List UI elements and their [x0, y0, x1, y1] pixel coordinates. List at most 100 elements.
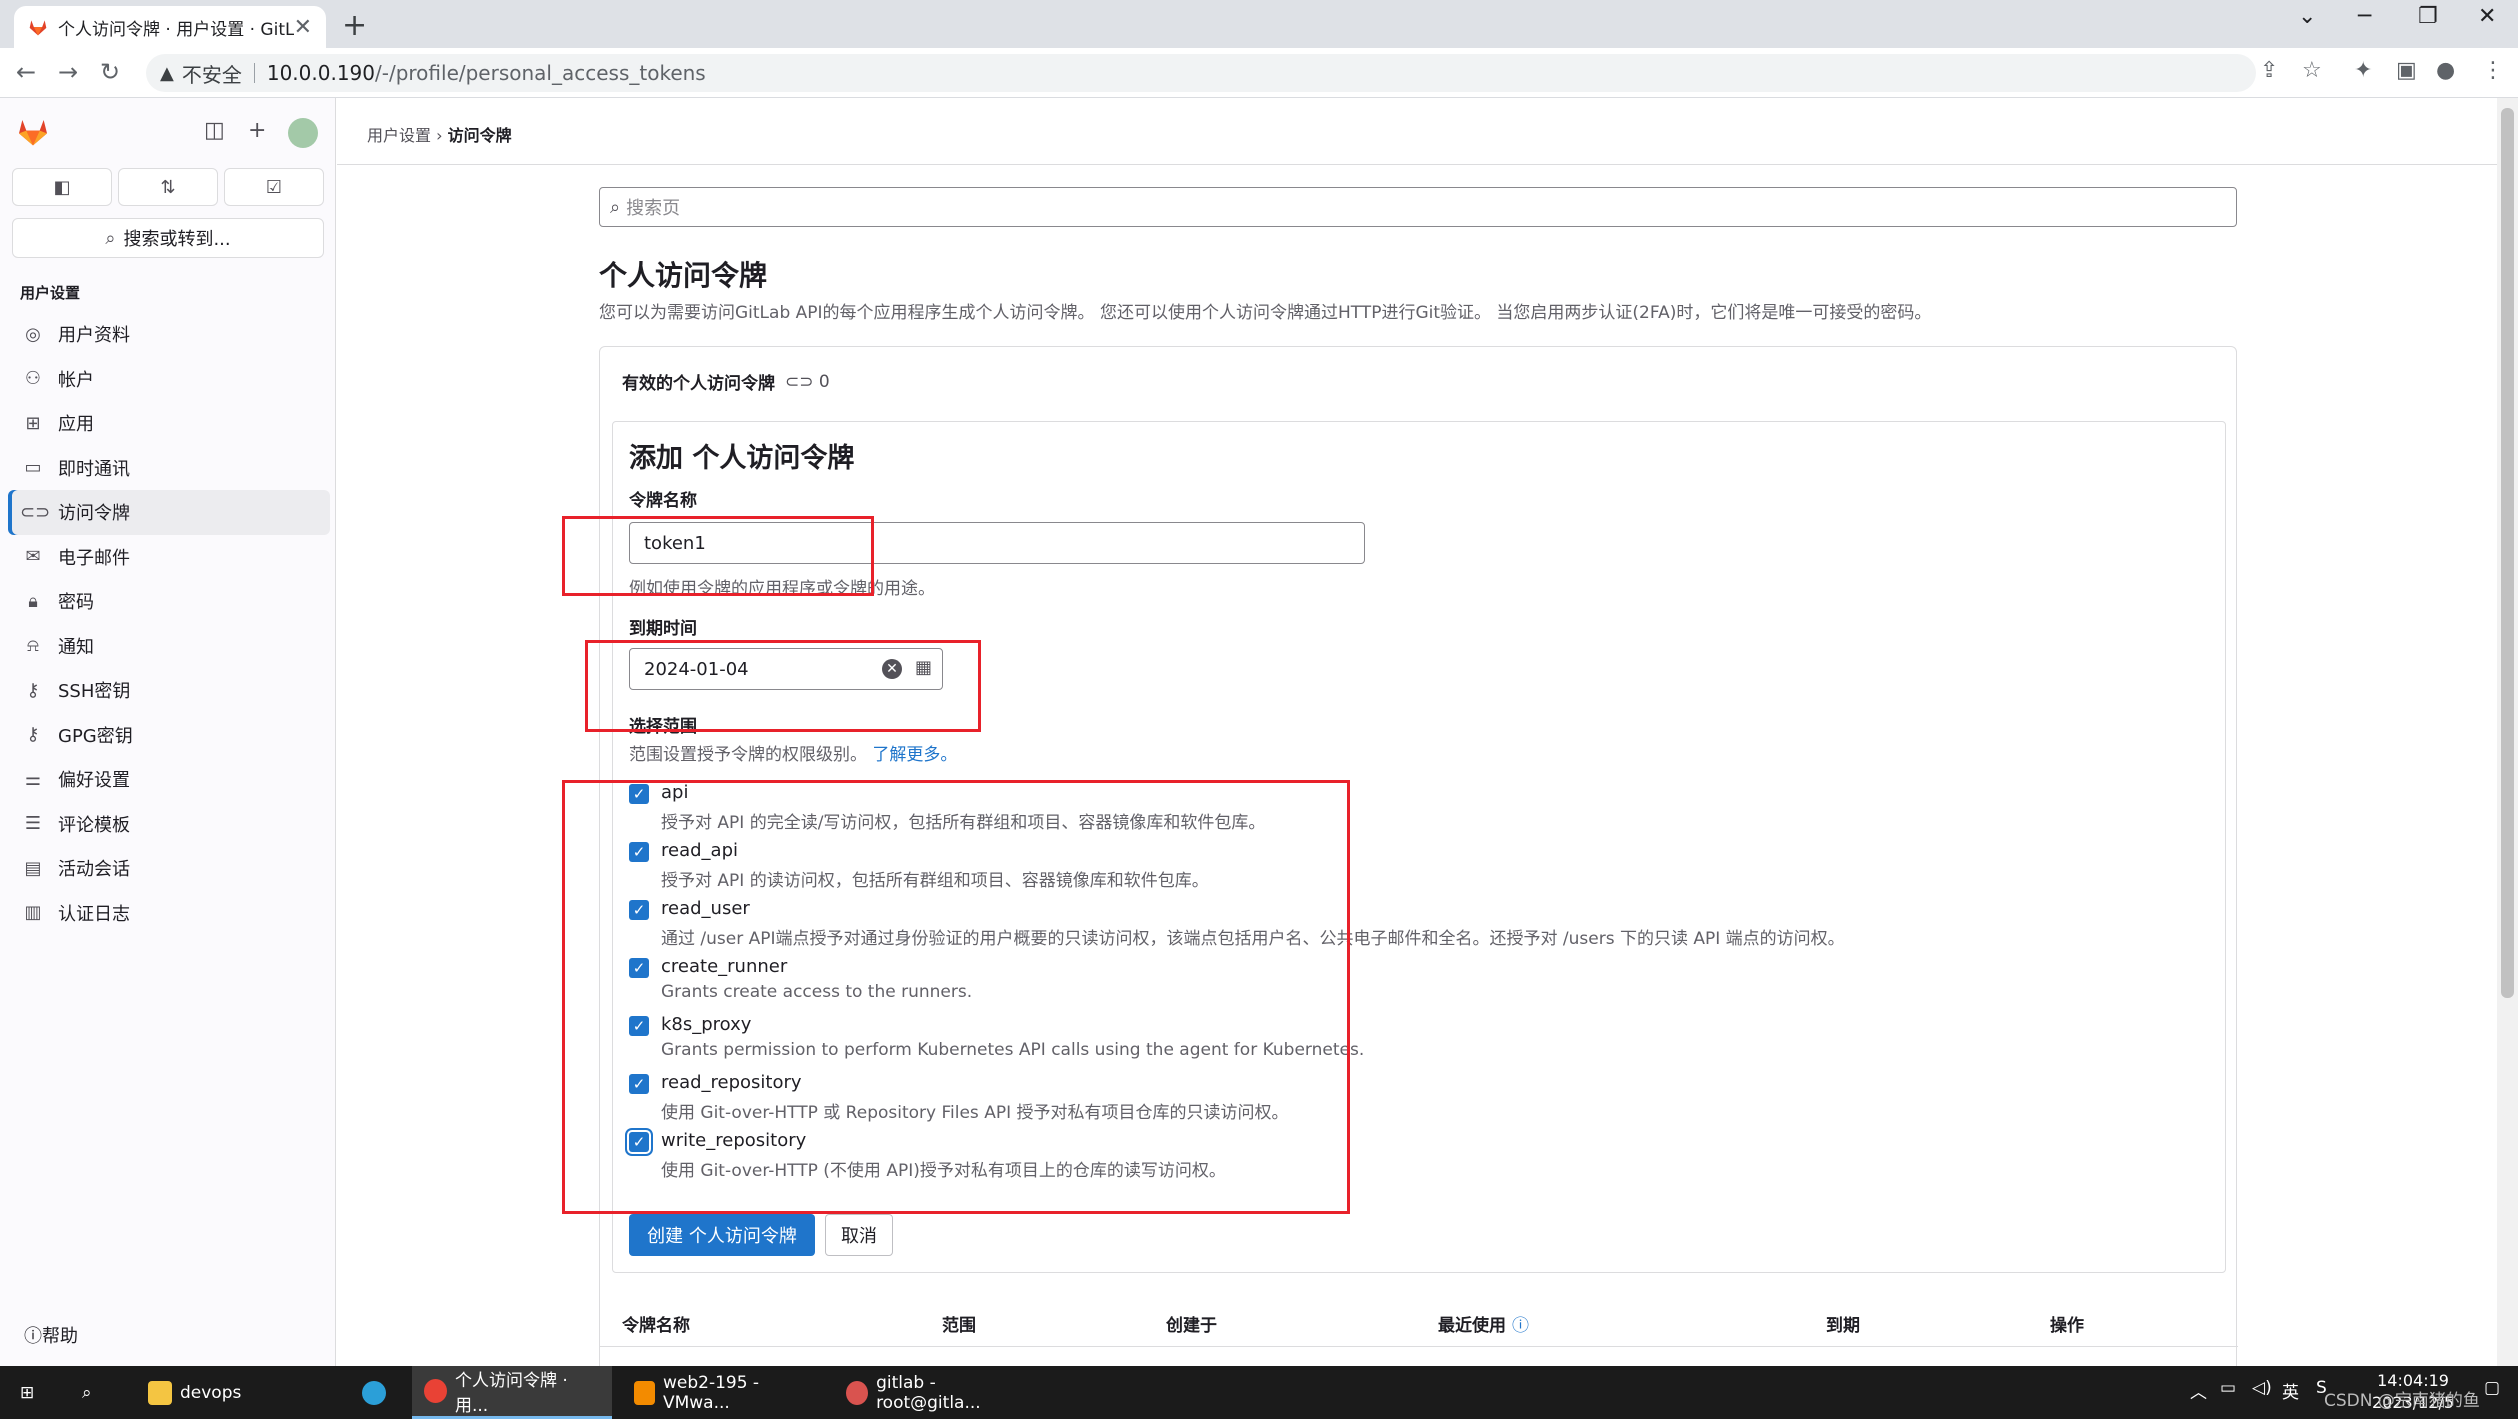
sidebar-item-label: 电子邮件 — [58, 547, 130, 569]
token-icon: ⊂⊃ — [20, 501, 51, 523]
search-icon[interactable]: ⌕ — [70, 1366, 104, 1419]
tray-chevron-icon[interactable]: ︿ — [2190, 1378, 2207, 1403]
expiry-label: 到期时间 — [629, 619, 697, 639]
page-scrollbar[interactable] — [2497, 98, 2518, 1366]
taskbar-item-chrome[interactable]: 个人访问令牌 · 用... — [412, 1366, 612, 1419]
settings-search-input[interactable]: ⌕ 搜索页 — [599, 187, 2237, 227]
sidebar-item-label: 访问令牌 — [58, 503, 130, 525]
taskbar-label: devops — [180, 1382, 242, 1403]
todo-icon[interactable]: ☑ — [224, 168, 324, 206]
sidebar-item-comment-templates[interactable]: ☰ 评论模板 — [8, 802, 330, 847]
chat-icon: ▭ — [24, 457, 42, 479]
sidebar-item-account[interactable]: ⚇ 帐户 — [8, 357, 330, 402]
bookmark-star-icon[interactable]: ☆ — [2302, 58, 2322, 83]
notifications-icon[interactable]: ▢ — [2484, 1378, 2500, 1398]
tokens-table-header: 令牌名称 范围 创建于 最近使用 ⓘ 到期 操作 — [600, 1297, 2238, 1347]
sidebar-item-active-sessions[interactable]: ▤ 活动会话 — [8, 846, 330, 891]
sidebar-item-preferences[interactable]: ⚌ 偏好设置 — [8, 757, 330, 802]
sidebar-search-button[interactable]: ⌕ 搜索或转到... — [12, 218, 324, 258]
address-bar[interactable]: ▲ 不安全 10.0.0.190 /-/profile/personal_acc… — [146, 54, 2256, 92]
issues-icon[interactable]: ◧ — [12, 168, 112, 206]
back-icon[interactable]: ← — [16, 58, 36, 86]
help-link[interactable]: ⓘ帮助 — [24, 1322, 78, 1348]
question-circle-icon[interactable]: ⓘ — [1512, 1316, 1529, 1336]
sidebar-item-access-tokens[interactable]: ⊂⊃ 访问令牌 — [8, 490, 330, 535]
sidebar-nav: ◎ 用户资料 ⚇ 帐户 ⊞ 应用 ▭ 即时通讯 ⊂⊃ 访问令牌 ✉ 电子邮件 🔒︎ 密码 ⍾ 通… — [8, 312, 330, 935]
sidebar-item-chat[interactable]: ▭ 即时通讯 — [8, 446, 330, 491]
log-icon: ▥ — [24, 902, 42, 924]
watermark: CSDN @宗南猪的鱼 — [2324, 1391, 2480, 1411]
applications-icon: ⊞ — [25, 412, 41, 434]
profile-icon[interactable]: ● — [2436, 58, 2455, 83]
sidebar-item-applications[interactable]: ⊞ 应用 — [8, 401, 330, 446]
tab-title: 个人访问令牌 · 用户设置 · GitLa — [58, 19, 294, 40]
page-description: 您可以为需要访问GitLab API的每个应用程序生成个人访问令牌。 您还可以使… — [599, 303, 1932, 323]
minimize-icon[interactable]: ─ — [2358, 4, 2371, 29]
folder-icon — [148, 1380, 172, 1405]
annotation-box — [585, 640, 981, 732]
gitlab-logo-icon[interactable] — [16, 116, 50, 148]
profile-icon: ◎ — [25, 323, 41, 345]
learn-more-link[interactable]: 了解更多。 — [872, 745, 957, 765]
bell-icon: ⍾ — [27, 635, 39, 657]
key-icon: ⚷ — [26, 724, 40, 746]
cancel-button[interactable]: 取消 — [825, 1214, 893, 1256]
create-token-button[interactable]: 创建 个人访问令牌 — [629, 1214, 815, 1256]
sidebar-item-label: 认证日志 — [58, 903, 130, 925]
edge-logo-icon — [362, 1380, 386, 1405]
column-header: 最近使用 — [1438, 1316, 1506, 1336]
search-placeholder: 搜索页 — [626, 198, 681, 219]
sidebar-item-label: 密码 — [58, 592, 94, 614]
sidebar-item-auth-log[interactable]: ▥ 认证日志 — [8, 891, 330, 936]
create-new-icon[interactable]: + — [248, 118, 266, 143]
sidebar-item-notifications[interactable]: ⍾ 通知 — [8, 624, 330, 669]
sidebar-item-gpg-keys[interactable]: ⚷ GPG密钥 — [8, 713, 330, 758]
new-tab-button[interactable]: + — [342, 8, 367, 43]
tab-close-icon[interactable]: ✕ — [294, 15, 312, 40]
start-icon[interactable]: ⊞ — [8, 1366, 46, 1419]
reload-icon[interactable]: ↻ — [100, 58, 120, 86]
quick-actions: ◧ ⇅ ☑ — [12, 168, 324, 206]
sidebar-item-emails[interactable]: ✉ 电子邮件 — [8, 535, 330, 580]
windows-taskbar: ⊞ ⌕ devops 个人访问令牌 · 用... web2-195 - VMwa… — [0, 1366, 2518, 1419]
edge-icon[interactable] — [350, 1366, 406, 1419]
sidepanel-icon[interactable]: ▣ — [2396, 58, 2417, 83]
comment-template-icon: ☰ — [24, 813, 42, 835]
merge-requests-icon[interactable]: ⇅ — [118, 168, 218, 206]
email-icon: ✉ — [25, 546, 41, 568]
form-title: 添加 个人访问令牌 — [629, 443, 855, 474]
breadcrumb: 用户设置 › 访问令牌 — [367, 122, 512, 146]
sidebar-item-label: 活动会话 — [58, 859, 130, 881]
close-window-icon[interactable]: ✕ — [2478, 4, 2496, 29]
sidebar-item-label: 评论模板 — [58, 814, 130, 836]
sidebar-section-title: 用户设置 — [20, 284, 81, 302]
scrollbar-thumb[interactable] — [2501, 108, 2514, 998]
sidebar: ◫ + ◧ ⇅ ☑ ⌕ 搜索或转到... 用户设置 ◎ 用户资料 ⚇ 帐户 ⊞ 应用 … — [0, 98, 336, 1366]
browser-tab[interactable]: 个人访问令牌 · 用户设置 · GitLa ✕ — [14, 6, 326, 48]
url-host: 10.0.0.190 — [266, 61, 375, 85]
column-header: 创建于 — [1166, 1316, 1217, 1336]
sidebar-item-password[interactable]: 🔒︎ 密码 — [8, 579, 330, 624]
sidebar-item-label: 帐户 — [58, 369, 94, 391]
sidebar-item-profile[interactable]: ◎ 用户资料 — [8, 312, 330, 357]
divider — [253, 63, 255, 83]
taskbar-item-terminal[interactable]: gitlab - root@gitla... — [834, 1366, 1044, 1419]
avatar[interactable] — [288, 118, 318, 148]
volume-icon[interactable]: ◁) — [2252, 1378, 2272, 1398]
ime-indicator[interactable]: 英 — [2282, 1378, 2299, 1403]
breadcrumb-current: 访问令牌 — [447, 126, 512, 145]
scopes-help-text: 范围设置授予令牌的权限级别。 — [629, 745, 867, 765]
taskbar-item-explorer[interactable]: devops — [136, 1366, 336, 1419]
forward-icon[interactable]: → — [58, 58, 78, 86]
tab-search-icon[interactable]: ⌄ — [2298, 4, 2316, 29]
collapse-sidebar-icon[interactable]: ◫ — [204, 118, 225, 143]
menu-icon[interactable]: ⋮ — [2482, 58, 2504, 83]
breadcrumb-parent[interactable]: 用户设置 — [367, 126, 431, 145]
extensions-icon[interactable]: ✦ — [2354, 58, 2372, 83]
share-icon[interactable]: ⇪ — [2260, 58, 2278, 83]
sessions-icon: ▤ — [24, 857, 42, 879]
network-icon[interactable]: ▭ — [2220, 1378, 2236, 1398]
taskbar-item-vmware[interactable]: web2-195 - VMwa... — [622, 1366, 822, 1419]
sidebar-item-ssh-keys[interactable]: ⚷ SSH密钥 — [8, 668, 330, 713]
restore-icon[interactable]: ❐ — [2418, 4, 2438, 29]
